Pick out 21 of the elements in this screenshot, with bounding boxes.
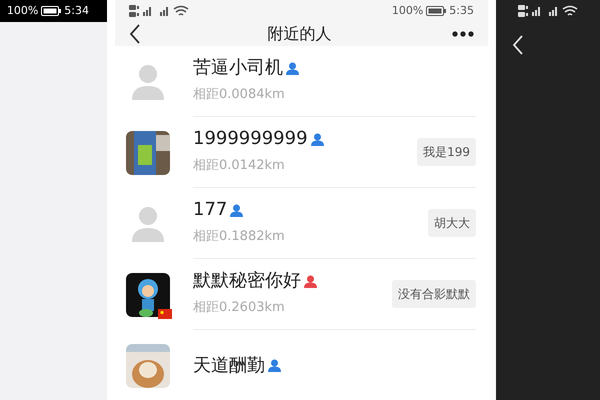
battery-icon — [426, 6, 446, 16]
battery-percent: 100% — [6, 2, 38, 19]
distance-text: 相距0.2603km — [193, 299, 286, 318]
more-button[interactable] — [452, 29, 474, 39]
clock-time: 5:35 — [449, 2, 474, 19]
page-title: 附近的人 — [268, 23, 332, 45]
signal-icon — [129, 4, 191, 18]
user-name: 苦逼小司机 — [193, 57, 283, 80]
user-name: 默默秘密你好 — [193, 270, 301, 292]
distance-text: 相距0.1882km — [193, 228, 285, 246]
greeting-tag: 我是199 — [417, 138, 476, 166]
distance-text: 相距0.0084km — [193, 86, 286, 104]
greeting-tag: 胡大大 — [428, 209, 476, 237]
user-name: 177 — [193, 199, 228, 222]
battery-percent: 100% — [392, 2, 424, 19]
greeting-tag: 没有合影默默 — [392, 280, 476, 308]
distance-text: 相距0.0142km — [193, 157, 286, 176]
user-name: 天道酬勤 — [193, 354, 265, 376]
battery-icon — [41, 6, 62, 16]
user-name: 1999999999 — [193, 128, 308, 150]
clock-time: 5:34 — [64, 2, 89, 19]
